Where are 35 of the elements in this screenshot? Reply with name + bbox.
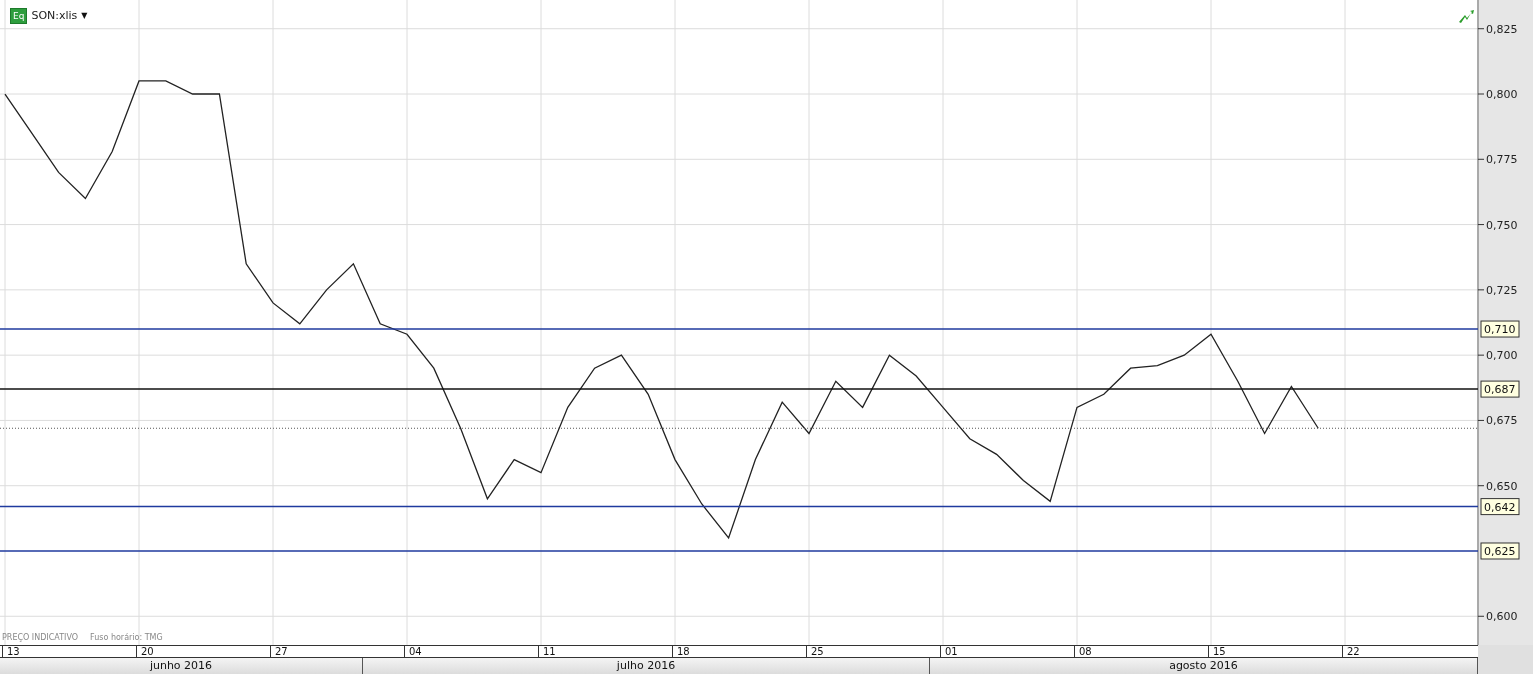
ref-line-label: 0,710 — [1484, 323, 1516, 337]
month-label: junho 2016 — [0, 658, 363, 674]
y-tick-label: 0,825 — [1486, 22, 1518, 36]
y-tick-label: 0,675 — [1486, 414, 1518, 428]
level-label: 0,642 — [1480, 498, 1520, 516]
y-tick-label: 0,600 — [1477, 610, 1518, 624]
ref-line-label: 0,687 — [1484, 383, 1516, 397]
y-tick-label: 0,600 — [1486, 610, 1518, 624]
level-label: 0,625 — [1480, 542, 1520, 560]
equity-badge: Eq — [10, 8, 28, 25]
axis-corner — [1478, 645, 1533, 674]
y-tick-label: 0,675 — [1477, 414, 1518, 428]
footer-note: PREÇO INDICATIVO — [2, 632, 79, 644]
footer-note: Fuso horário: TMG — [90, 632, 163, 644]
y-tick-label: 0,750 — [1477, 218, 1518, 232]
month-label: julho 2016 — [363, 658, 930, 674]
symbol-label[interactable]: SON:xlis — [31, 8, 78, 25]
y-tick-label: 0,650 — [1477, 479, 1518, 493]
y-tick-label: 0,825 — [1477, 22, 1518, 36]
y-tick-label: 0,650 — [1486, 479, 1518, 493]
level-label: 0,710 — [1480, 320, 1520, 338]
y-tick-label: 0,725 — [1486, 283, 1518, 297]
caret-icon[interactable]: ▼ — [81, 10, 88, 23]
trend-icon — [1459, 10, 1474, 23]
ref-line-label: 0,625 — [1484, 544, 1516, 558]
y-tick-label: 0,725 — [1477, 283, 1518, 297]
level-label: 0,687 — [1480, 380, 1520, 398]
y-tick-label: 0,800 — [1486, 88, 1518, 102]
y-tick-label: 0,775 — [1486, 153, 1518, 167]
y-tick-label: 0,775 — [1477, 153, 1518, 167]
y-tick-label: 0,800 — [1477, 88, 1518, 101]
y-tick-label: 0,700 — [1486, 349, 1518, 363]
ref-line-label: 0,642 — [1484, 500, 1516, 514]
y-tick-label: 0,700 — [1477, 349, 1518, 363]
y-tick-label: 0,750 — [1486, 218, 1518, 232]
